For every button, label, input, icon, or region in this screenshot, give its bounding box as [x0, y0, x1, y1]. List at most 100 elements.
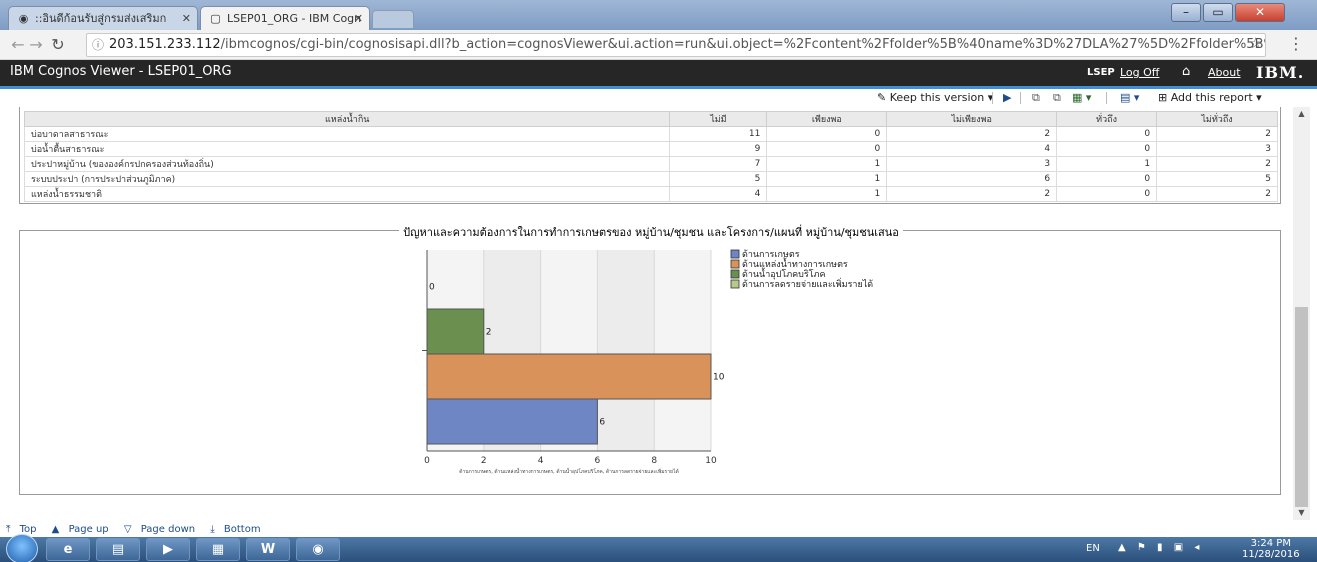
info-icon[interactable]: ⓘ	[92, 34, 104, 56]
page-icon: ▢	[210, 12, 221, 25]
table-cell: 0	[1056, 126, 1158, 142]
data-label: 10	[713, 373, 725, 383]
table-cell: 3	[1156, 141, 1278, 157]
table-cell: 0	[766, 141, 888, 157]
table-cell: 1	[766, 171, 888, 187]
system-tray-icons[interactable]: ▲ ⚑ ▮ ▣ ◂	[1118, 542, 1203, 553]
run-icon[interactable]: ▶	[1003, 91, 1011, 104]
report-content: แหล่งน้ำกิน ไม่มี เพียงพอ ไม่เพียงพอ ทั่…	[0, 107, 1293, 520]
about-link[interactable]: About	[1208, 66, 1241, 79]
logoff-link[interactable]: Log Off	[1120, 66, 1159, 79]
user-name: LSEP	[1087, 67, 1115, 78]
page-down-icon: ▽	[123, 524, 132, 535]
home-icon[interactable]: ⌂	[1182, 64, 1190, 79]
grid-band	[654, 250, 711, 451]
close-icon[interactable]: ✕	[354, 7, 363, 30]
clock-time: 3:24 PM	[1250, 538, 1291, 549]
add-report-button[interactable]: ⊞ Add this report ▾	[1158, 91, 1262, 104]
scroll-down-arrow-icon[interactable]: ▼	[1293, 506, 1310, 520]
bookmark-star-icon[interactable]: ☆	[1249, 34, 1262, 52]
table-row: บ่อน้ำตื้นสาธารณะ 9 0 4 0 3	[23, 141, 1278, 157]
table-row: ประปาหมู่บ้าน (ขององค์กรปกครองส่วนท้องถิ…	[23, 156, 1278, 172]
related-links-icon[interactable]: ▦ ▾	[1072, 91, 1091, 104]
browser-tab-bar: ◉ ::อินดีก้อนรับสู่กรมส่งเสริมก ✕ ▢ LSEP…	[0, 0, 1317, 30]
tab-label: ::อินดีก้อนรับสู่กรมส่งเสริมก	[35, 12, 167, 25]
row-label: ระบบประปา (การประปาส่วนภูมิภาค)	[23, 171, 671, 187]
data-label: 2	[486, 328, 492, 338]
legend-swatch	[730, 249, 740, 259]
back-arrow-icon[interactable]: ←	[8, 34, 28, 56]
internet-explorer-icon[interactable]: e	[46, 538, 90, 561]
bar-chart: 0 2 4 6 8 10 6 10 2 0 ด้านการเกษตร, ด้านแหล่งน้ำทา…	[422, 249, 873, 475]
toolbar-divider	[1020, 92, 1021, 104]
chrome-icon[interactable]: ◉	[296, 538, 340, 561]
view-format-icon[interactable]: ▤ ▾	[1120, 91, 1139, 104]
reload-icon[interactable]: ↻	[48, 34, 68, 56]
crosstab-table: แหล่งน้ำกิน ไม่มี เพียงพอ ไม่เพียงพอ ทั่…	[23, 111, 1278, 202]
table-cell: 3	[886, 156, 1058, 172]
forward-arrow-icon[interactable]: →	[26, 34, 46, 56]
bar	[426, 353, 712, 400]
x-tick-label: 10	[705, 456, 717, 466]
table-cell: 2	[886, 126, 1058, 142]
cognos-header: IBM Cognos Viewer - LSEP01_ORG LSEP Log …	[0, 60, 1317, 86]
page-up-link[interactable]: ▲ Page up	[52, 524, 115, 535]
table-cell: 7	[669, 156, 768, 172]
keep-version-button[interactable]: ✎ Keep this version ▾	[877, 91, 993, 104]
clock-date: 11/28/2016	[1242, 549, 1300, 560]
start-button[interactable]	[6, 534, 38, 562]
word-icon[interactable]: W	[246, 538, 290, 561]
table-cell: 9	[669, 141, 768, 157]
legend-swatch	[730, 259, 740, 269]
table-cell: 2	[1156, 186, 1278, 202]
keep-version-icon: ✎	[877, 91, 887, 104]
page-title: IBM Cognos Viewer - LSEP01_ORG	[10, 64, 232, 79]
minimize-button[interactable]: –	[1171, 3, 1201, 22]
folder-icon[interactable]: ▤	[96, 538, 140, 561]
page-down-link[interactable]: ▽ Page down	[124, 524, 201, 535]
column-header: ทั่วถึง	[1056, 111, 1158, 127]
table-cell: 1	[1056, 156, 1158, 172]
legend-label: ด้านการเกษตร	[742, 249, 800, 260]
table-cell: 1	[766, 186, 888, 202]
table-cell: 2	[1156, 156, 1278, 172]
drill-up-icon[interactable]: ⧉	[1053, 91, 1061, 105]
table-cell: 2	[1156, 126, 1278, 142]
table-cell: 0	[766, 126, 888, 142]
table-row: ระบบประปา (การประปาส่วนภูมิภาค) 5 1 6 0 …	[23, 171, 1278, 187]
drill-down-icon[interactable]: ⧉	[1032, 91, 1040, 105]
scrollbar-thumb[interactable]	[1295, 307, 1308, 507]
url-input[interactable]: ⓘ 203.151.233.112/ibmcognos/cgi-bin/cogn…	[86, 33, 1266, 57]
table-cell: 5	[1156, 171, 1278, 187]
media-player-icon[interactable]: ▶	[146, 538, 190, 561]
clock[interactable]: 3:24 PM 11/28/2016	[1242, 538, 1300, 560]
language-indicator[interactable]: EN	[1086, 543, 1100, 554]
table-cell: 11	[669, 126, 768, 142]
windows-taskbar: e ▤ ▶ ▦ W ◉ EN ▲ ⚑ ▮ ▣ ◂ 3:24 PM 11/28/2…	[0, 534, 1317, 562]
x-tick-label: 4	[538, 456, 544, 466]
close-window-button[interactable]: ✕	[1235, 3, 1285, 22]
browser-tab-dla[interactable]: ◉ ::อินดีก้อนรับสู่กรมส่งเสริมก ✕	[8, 6, 198, 30]
calculator-icon[interactable]: ▦	[196, 538, 240, 561]
maximize-button[interactable]: ▭	[1203, 3, 1233, 22]
viewer-toolbar: ✎ Keep this version ▾ ▶ ⧉ ⧉ ▦ ▾ ▤ ▾ ⊞ Ad…	[0, 89, 1317, 107]
new-tab-button[interactable]	[372, 10, 414, 28]
vertical-scrollbar[interactable]: ▲ ▼	[1293, 107, 1310, 520]
scroll-up-arrow-icon[interactable]: ▲	[1293, 107, 1310, 121]
toolbar-divider	[992, 92, 993, 104]
add-report-icon: ⊞	[1158, 91, 1168, 104]
column-header: เพียงพอ	[766, 111, 888, 127]
x-tick-label: 8	[651, 456, 657, 466]
column-header: ไม่เพียงพอ	[886, 111, 1058, 127]
x-tick-label: 0	[424, 456, 430, 466]
url-host: 203.151.233.112	[109, 37, 221, 52]
bottom-link[interactable]: ⤓ Bottom	[210, 524, 266, 535]
url-path: /ibmcognos/cgi-bin/cognosisapi.dll?b_act…	[220, 37, 1266, 52]
column-header: ไม่มี	[669, 111, 768, 127]
browser-tab-cognos[interactable]: ▢ LSEP01_ORG - IBM Cogn ✕	[200, 6, 370, 30]
browser-menu-icon[interactable]: ⋮	[1288, 34, 1304, 53]
row-label: บ่อบาดาลสาธารณะ	[23, 126, 671, 142]
close-icon[interactable]: ✕	[182, 7, 191, 30]
data-label: 0	[429, 283, 435, 293]
table-cell: 6	[886, 171, 1058, 187]
